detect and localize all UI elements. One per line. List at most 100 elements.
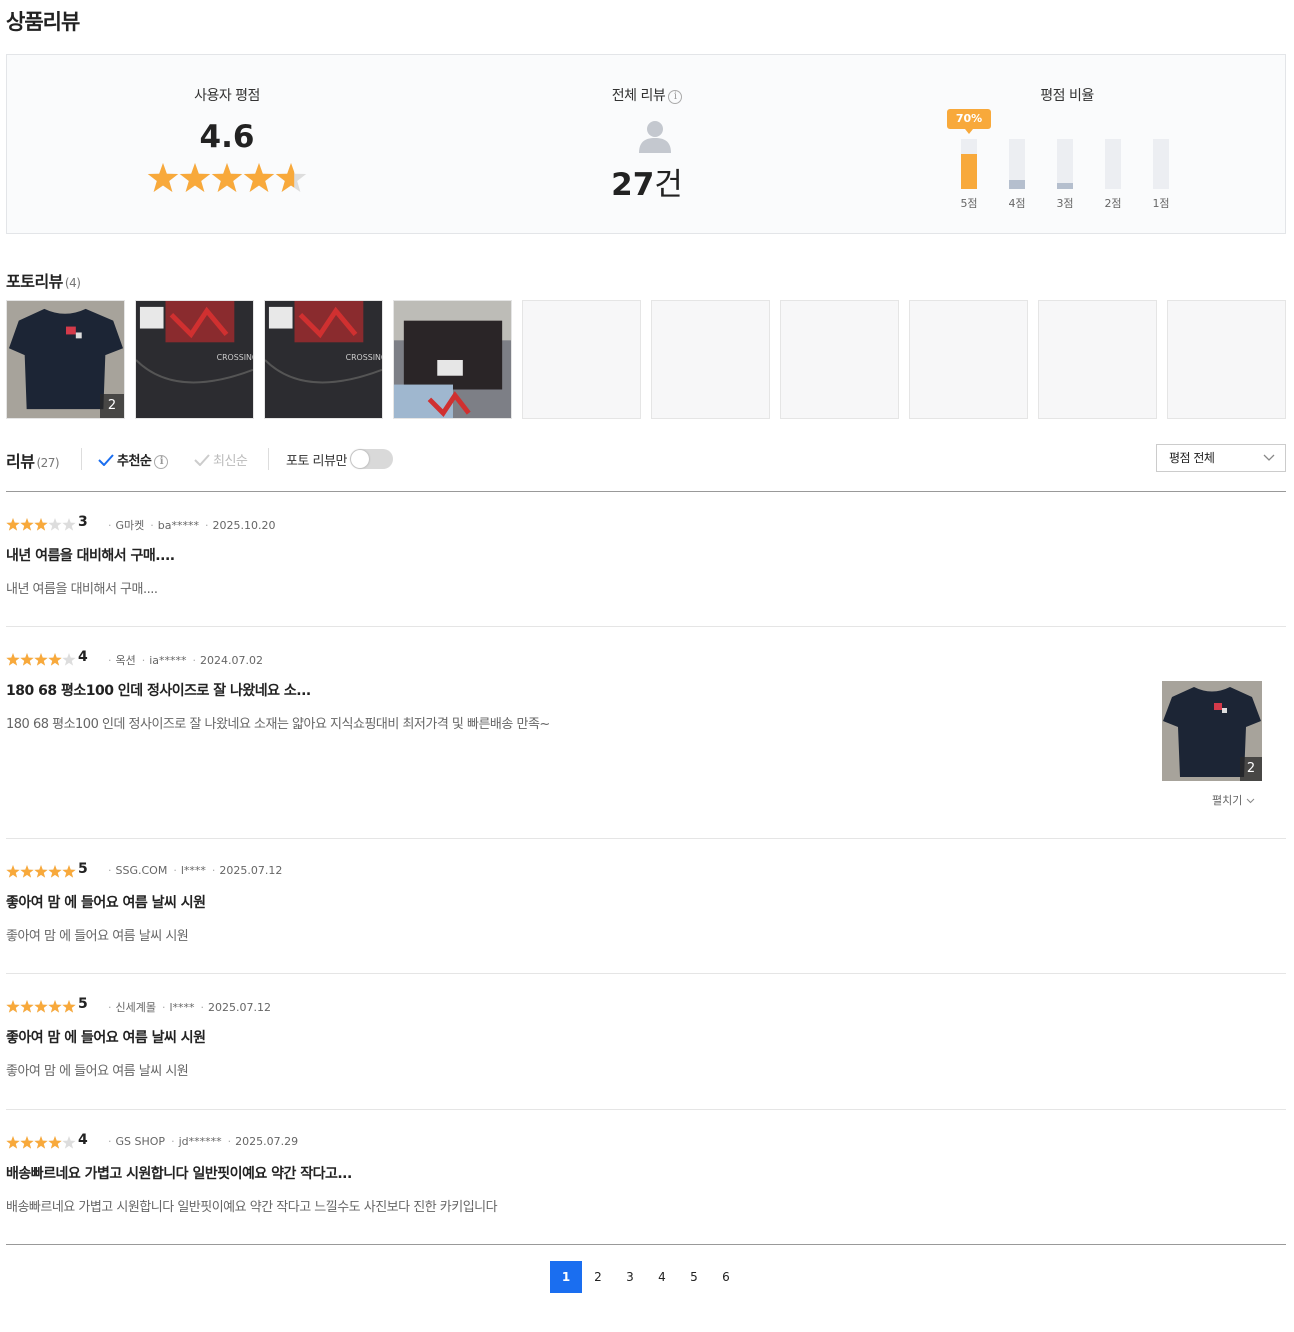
- star-icon-fill: [48, 653, 62, 666]
- star-icon-fill: [20, 1000, 34, 1013]
- divider: [268, 448, 269, 470]
- review-item: 3 · G마켓 · ba***** · 2025.10.20 내년 여름을 대비해서 구매…: [6, 514, 1286, 627]
- review-score: 5: [78, 996, 88, 1012]
- review-source: 옥션: [115, 654, 136, 667]
- review-title[interactable]: 내년 여름을 대비해서 구매....: [6, 545, 175, 565]
- photo-thumb-package[interactable]: [393, 300, 512, 419]
- review-photo[interactable]: 2: [1162, 681, 1262, 781]
- photo-thumb-package[interactable]: CROSSING: [135, 300, 254, 419]
- photo-thumb-empty: [909, 300, 1028, 419]
- photo-only-toggle[interactable]: [350, 449, 393, 469]
- star-icon-fill: [34, 518, 48, 531]
- star-icon-fill: [48, 1000, 62, 1013]
- divider: [81, 448, 82, 470]
- review-score: 3: [78, 514, 88, 530]
- star-icon-fill: [62, 865, 76, 878]
- star-icon-fill: [211, 163, 243, 192]
- rating-bar-label: 2점: [1104, 197, 1122, 210]
- review-user: ia*****: [149, 654, 187, 667]
- photo-thumb-empty: [780, 300, 899, 419]
- star-icon-fill: [6, 518, 20, 531]
- page-button[interactable]: 1: [550, 1261, 582, 1293]
- star-icon-fill: [34, 653, 48, 666]
- photo-review-strip: 2 CROSSING CROSSING: [6, 300, 1290, 420]
- info-icon[interactable]: i: [668, 90, 683, 104]
- review-list-count: (27): [36, 456, 60, 470]
- rating-bar-fill: [1009, 180, 1025, 189]
- package-photo: CROSSING: [136, 301, 253, 418]
- chevron-down-icon: [1263, 454, 1275, 461]
- rating-bar-label: 5점: [960, 197, 978, 210]
- review-photo-count: 2: [1240, 757, 1262, 781]
- chevron-down-icon: [1246, 798, 1255, 804]
- star-icon-fill: [147, 163, 179, 192]
- rating-bar-track: [1153, 139, 1169, 189]
- review-stars: [6, 1000, 76, 1013]
- review-meta: · 신세계몰 · l**** · 2025.07.12: [108, 1001, 272, 1014]
- photo-thumb-package[interactable]: CROSSING: [264, 300, 383, 419]
- review-stars: [6, 865, 76, 878]
- review-date: 2025.07.12: [208, 1001, 272, 1014]
- expand-label: 펼치기: [1212, 794, 1243, 807]
- review-user: jd******: [178, 1135, 222, 1148]
- review-meta: · 옥션 · ia***** · 2024.07.02: [108, 654, 264, 667]
- rating-bar-fill: [961, 154, 977, 189]
- star-icon-fill: [243, 163, 275, 192]
- star-icon-fill: [6, 653, 20, 666]
- photo-thumb-empty: [651, 300, 770, 419]
- review-body: 좋아여 맘 에 들어요 여름 날씨 시원: [6, 1064, 189, 1079]
- review-source: G마켓: [115, 519, 145, 532]
- review-body: 배송빠르네요 가볍고 시원합니다 일반핏이예요 약간 작다고 느낄수도 사진보다…: [6, 1200, 498, 1215]
- review-title[interactable]: 좋아여 맘 에 들어요 여름 날씨 시원: [6, 1027, 206, 1047]
- page-button[interactable]: 3: [614, 1261, 646, 1293]
- toggle-knob: [351, 450, 369, 468]
- rating-ratio-label: 평점 비율: [1040, 88, 1094, 104]
- star-icon-fill: [6, 865, 20, 878]
- star-icon-fill: [179, 163, 211, 192]
- review-item: 4 · GS SHOP · jd****** · 2025.07.29 배송빠르네요 가볍…: [6, 1132, 1286, 1245]
- review-date: 2025.10.20: [212, 519, 276, 532]
- page-button[interactable]: 5: [678, 1261, 710, 1293]
- expand-button[interactable]: 펼치기: [1212, 792, 1255, 808]
- sort-recommended-label: 추천순: [117, 454, 152, 469]
- review-list-label: 리뷰: [6, 452, 35, 471]
- review-score: 4: [78, 649, 88, 665]
- page-button[interactable]: 4: [646, 1261, 678, 1293]
- star-icon-fill: [20, 865, 34, 878]
- review-date: 2025.07.12: [219, 864, 283, 877]
- review-user: l****: [180, 864, 206, 877]
- rating-filter-select[interactable]: 평점 전체: [1156, 444, 1286, 472]
- review-meta: · G마켓 · ba***** · 2025.10.20: [108, 519, 276, 532]
- rating-summary: 사용자 평점 4.6 전체 리뷰 i 27건 평점 비율 5점 70% 4점 3점 2점 1…: [6, 54, 1286, 234]
- star-icon-fill: [6, 1136, 20, 1149]
- photo-thumb-tshirt[interactable]: 2: [6, 300, 125, 419]
- rating-filter-value: 평점 전체: [1169, 451, 1215, 465]
- rating-bar-track: [1009, 139, 1025, 189]
- rating-bar-label: 3점: [1056, 197, 1074, 210]
- sort-recommended-button[interactable]: 추천순 i: [98, 450, 169, 469]
- star-icon-fill: [34, 1000, 48, 1013]
- page-button[interactable]: 6: [710, 1261, 742, 1293]
- total-reviews-block: 전체 리뷰 i 27건: [427, 55, 867, 233]
- review-title[interactable]: 180 68 평소100 인데 정사이즈로 잘 나왔네요 소...: [6, 680, 311, 700]
- rating-bar-track: [1105, 139, 1121, 189]
- photo-thumb-empty: [1038, 300, 1157, 419]
- top-percent-badge: 70%: [947, 109, 991, 134]
- svg-text:CROSSING: CROSSING: [217, 353, 253, 362]
- review-title[interactable]: 좋아여 맘 에 들어요 여름 날씨 시원: [6, 892, 206, 912]
- photo-thumb-empty: [522, 300, 641, 419]
- sort-latest-button[interactable]: 최신순: [194, 450, 248, 469]
- review-title[interactable]: 배송빠르네요 가볍고 시원합니다 일반핏이예요 약간 작다고...: [6, 1163, 352, 1183]
- info-icon[interactable]: i: [154, 455, 169, 469]
- star-icon-fill: [48, 865, 62, 878]
- review-list-heading: 리뷰 (27): [6, 448, 60, 472]
- star-icon-fill: [62, 1000, 76, 1013]
- photo-reviews-count: (4): [64, 276, 81, 290]
- star-icon-fill: [20, 653, 34, 666]
- review-meta: · GS SHOP · jd****** · 2025.07.29: [108, 1135, 299, 1148]
- rating-bar-track: [961, 139, 977, 189]
- page-button[interactable]: 2: [582, 1261, 614, 1293]
- star-icon-fill: [34, 865, 48, 878]
- review-stars: [6, 1136, 76, 1149]
- total-review-count: 27: [611, 167, 655, 203]
